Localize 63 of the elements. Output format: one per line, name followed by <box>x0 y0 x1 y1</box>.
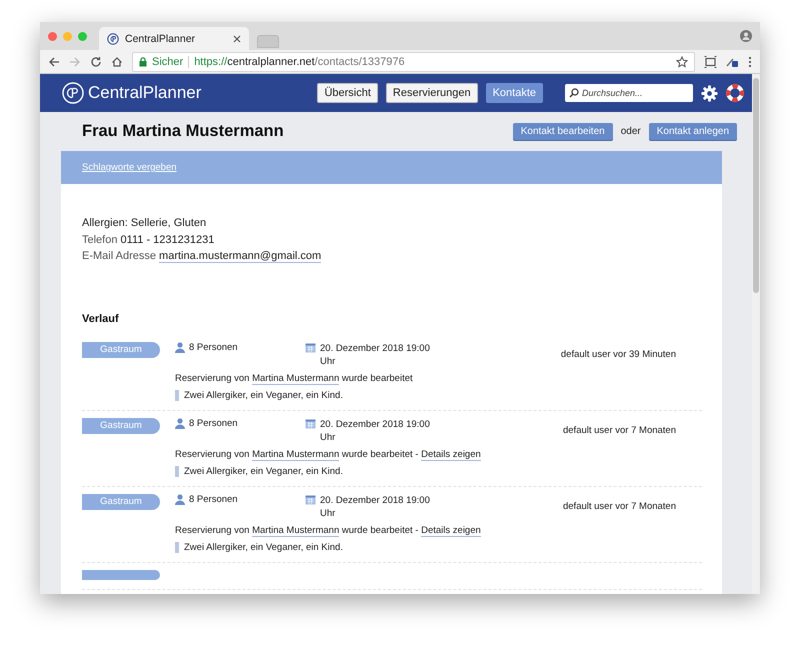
allergies-text: Allergien: Sellerie, Gluten <box>82 216 208 231</box>
app-logo-text[interactable]: CentralPlanner <box>88 83 202 103</box>
minimize-dot[interactable] <box>63 32 72 40</box>
logo-icon <box>107 32 119 44</box>
person-icon <box>175 418 185 428</box>
screen-icon[interactable] <box>704 56 717 68</box>
details-link[interactable]: Details zeigen <box>421 524 481 536</box>
contact-link[interactable]: Martina Mustermann <box>252 524 340 536</box>
calendar-icon <box>305 494 316 504</box>
edit-contact-button[interactable]: Kontakt bearbeiten <box>512 123 613 140</box>
contact-name: Frau Martina Mustermann <box>82 122 285 141</box>
reservation-date: 20. Dezember 2018 19:00 Uhr <box>320 494 431 520</box>
area-tag: Gastraum <box>82 342 160 358</box>
logo-icon <box>62 82 84 104</box>
contact-link[interactable]: Martina Mustermann <box>252 372 340 384</box>
scrollbar-thumb[interactable] <box>753 78 759 293</box>
menu-icon[interactable] <box>748 56 752 68</box>
home-icon[interactable] <box>111 56 123 68</box>
note-text: Zwei Allergiker, ein Veganer, ein Kind. <box>184 390 343 400</box>
create-contact-button[interactable]: Kontakt anlegen <box>648 123 737 140</box>
star-icon[interactable] <box>676 56 688 68</box>
close-dot[interactable] <box>48 32 57 40</box>
persons-count: 8 Personen <box>189 342 238 352</box>
nav-tab[interactable]: Übersicht <box>317 83 378 103</box>
calendar-icon <box>305 418 316 428</box>
author-time: default user vor 7 Monaten <box>562 500 677 512</box>
details-link[interactable]: Details zeigen <box>421 448 481 460</box>
or-text: oder <box>620 126 641 137</box>
history-title: Verlauf <box>82 312 120 324</box>
persons-count: 8 Personen <box>189 418 238 428</box>
close-icon[interactable] <box>233 34 241 42</box>
calendar-icon <box>305 342 316 352</box>
back-icon[interactable] <box>48 56 60 68</box>
lifebuoy-icon[interactable] <box>726 84 744 102</box>
reservation-date: 20. Dezember 2018 19:00 Uhr <box>320 342 431 368</box>
lock-icon <box>139 56 147 66</box>
address-field[interactable]: Sicher https://centralplanner.net/contacts/1337976 <box>132 52 695 72</box>
history-text: Reservierung von Martina Mustermann wurde bearbeitet <box>175 372 414 386</box>
person-icon <box>175 494 185 504</box>
search-icon <box>569 88 579 98</box>
author-time: default user vor 39 Minuten <box>560 348 677 360</box>
person-icon <box>175 342 185 352</box>
phone-number: 0111 - 1231231231 <box>120 234 214 246</box>
area-tag: Gastraum <box>82 418 160 434</box>
reload-icon[interactable] <box>90 56 102 68</box>
maximize-dot[interactable] <box>78 32 87 40</box>
search-field[interactable]: Durchsuchen... <box>565 84 693 102</box>
history-text: Reservierung von Martina Mustermann wurde bearbeitet - Details zeigen <box>175 448 482 462</box>
settings-icon[interactable] <box>701 84 718 102</box>
phone-label: Telefon <box>82 234 118 246</box>
email-label: E-Mail Adresse <box>82 250 156 262</box>
email-link[interactable]: martina.mustermann@gmail.com <box>159 250 322 263</box>
note-text: Zwei Allergiker, ein Veganer, ein Kind. <box>184 466 343 476</box>
contact-link[interactable]: Martina Mustermann <box>252 448 340 460</box>
nav-tab[interactable]: Reservierungen <box>386 83 478 103</box>
note-text: Zwei Allergiker, ein Veganer, ein Kind. <box>184 542 343 552</box>
reservation-date: 20. Dezember 2018 19:00 Uhr <box>320 418 431 444</box>
history-text: Reservierung von Martina Mustermann wurde bearbeitet - Details zeigen <box>175 524 482 538</box>
profile-icon[interactable] <box>740 30 752 42</box>
browser-tab[interactable]: CentralPlanner <box>99 27 249 50</box>
area-tag: Gastraum <box>82 494 160 510</box>
persons-count: 8 Personen <box>189 494 238 504</box>
author-time: default user vor 7 Monaten <box>562 424 677 436</box>
